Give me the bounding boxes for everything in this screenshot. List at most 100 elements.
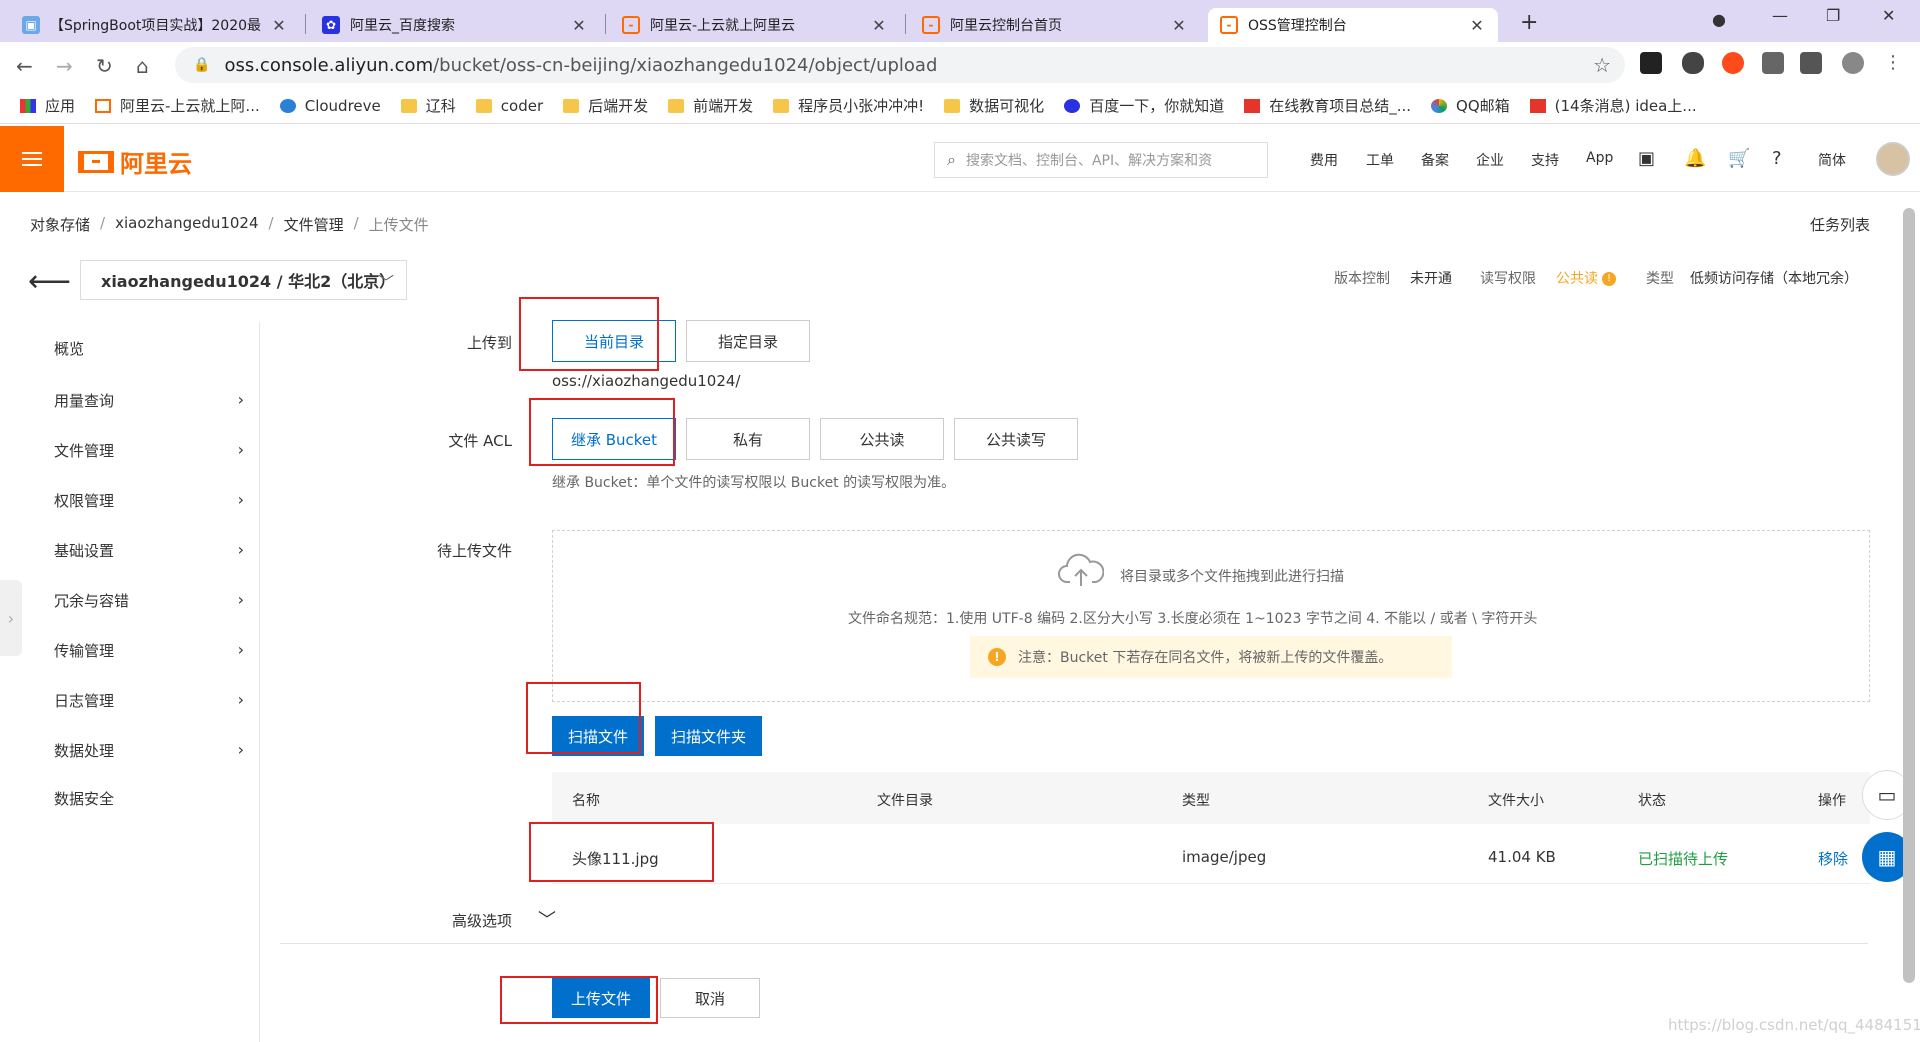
sidebar-item-permissions[interactable]: 权限管理 › xyxy=(54,490,244,511)
sidebar-item-usage[interactable]: 用量查询 › xyxy=(54,390,244,411)
breadcrumb-item[interactable]: 对象存储 xyxy=(30,214,90,235)
remove-file-link[interactable]: 移除 xyxy=(1818,848,1848,869)
scrollbar-thumb[interactable] xyxy=(1903,208,1915,983)
cart-icon[interactable]: 🛒 xyxy=(1728,148,1750,169)
sidebar-item-logs[interactable]: 日志管理 › xyxy=(54,690,244,711)
annotation-box xyxy=(529,822,714,882)
browser-tab[interactable]: ▣ 【SpringBoot项目实战】2020最 ✕ xyxy=(10,8,300,42)
sidebar-item-data-processing[interactable]: 数据处理 › xyxy=(54,740,244,761)
nav-tickets[interactable]: 工单 xyxy=(1366,150,1394,170)
profile-menu-icon[interactable]: ● xyxy=(1712,10,1726,29)
bookmark-item[interactable]: 阿里云-上云就上阿... xyxy=(95,95,260,116)
nav-fees[interactable]: 费用 xyxy=(1310,150,1338,170)
help-icon[interactable]: ? xyxy=(1772,148,1782,169)
task-list-link[interactable]: 任务列表 xyxy=(1810,214,1870,235)
aliyun-logo[interactable]: 阿里云 xyxy=(78,144,192,179)
bookmark-item[interactable]: 程序员小张冲冲冲! xyxy=(773,95,924,116)
sidebar-item-data-security[interactable]: 数据安全 xyxy=(54,788,244,809)
nav-support[interactable]: 支持 xyxy=(1531,150,1559,170)
warning-icon[interactable]: ! xyxy=(1602,272,1616,286)
extension-icon[interactable] xyxy=(1682,52,1704,74)
cancel-button[interactable]: 取消 xyxy=(660,978,760,1018)
advanced-options-toggle[interactable]: 高级选项 xyxy=(392,910,512,931)
cloud-icon xyxy=(279,98,296,113)
menu-icon[interactable] xyxy=(0,126,64,192)
sidebar-item-transfer[interactable]: 传输管理 › xyxy=(54,640,244,661)
browser-tab[interactable]: ✿ 阿里云_百度搜索 ✕ xyxy=(310,8,600,42)
window-close-icon[interactable]: ✕ xyxy=(1882,6,1895,25)
close-icon[interactable]: ✕ xyxy=(1468,16,1486,35)
column-name: 名称 xyxy=(572,793,600,809)
bookmark-item[interactable]: 应用 xyxy=(20,95,75,116)
browser-tab[interactable]: - 阿里云控制台首页 ✕ xyxy=(910,8,1200,42)
acl-private-option[interactable]: 私有 xyxy=(686,418,810,460)
restore-icon[interactable]: ❐ xyxy=(1826,6,1840,25)
lock-icon: 🔒 xyxy=(193,57,211,73)
address-bar[interactable]: 🔒 oss.console.aliyun.com/bucket/oss-cn-b… xyxy=(175,47,1625,83)
sidebar-item-files[interactable]: 文件管理 › xyxy=(54,440,244,461)
minimize-icon[interactable]: — xyxy=(1772,6,1788,25)
extension-icon[interactable] xyxy=(1640,52,1662,74)
aliyun-icon: - xyxy=(622,16,640,34)
nav-icp[interactable]: 备案 xyxy=(1421,150,1449,170)
acl-public-read-write-option[interactable]: 公共读写 xyxy=(954,418,1078,460)
breadcrumb-item[interactable]: 文件管理 xyxy=(284,214,344,235)
chevron-right-icon: › xyxy=(237,440,244,459)
nav-enterprise[interactable]: 企业 xyxy=(1476,150,1504,170)
browser-tab-active[interactable]: - OSS管理控制台 ✕ xyxy=(1208,8,1498,42)
acl-hint: 继承 Bucket：单个文件的读写权限以 Bucket 的读写权限为准。 xyxy=(552,475,956,491)
bookmark-star-icon[interactable]: ☆ xyxy=(1593,53,1611,77)
back-icon[interactable]: ← xyxy=(16,54,33,78)
sidebar-item-settings[interactable]: 基础设置 › xyxy=(54,540,244,561)
nav-app[interactable]: App xyxy=(1586,150,1613,166)
specified-directory-option[interactable]: 指定目录 xyxy=(686,320,810,362)
bucket-selector[interactable]: xiaozhangedu1024 / 华北2（北京） ﹀ xyxy=(80,260,407,300)
bookmark-item[interactable]: Cloudreve xyxy=(279,97,381,115)
bell-icon[interactable]: 🔔 xyxy=(1684,148,1706,169)
sidebar-item-redundancy[interactable]: 冗余与容错 › xyxy=(54,590,244,611)
more-menu-icon[interactable]: ⋮ xyxy=(1882,52,1904,74)
bookmark-item[interactable]: (14条消息) idea上... xyxy=(1529,95,1697,116)
back-arrow-icon[interactable]: ⟵ xyxy=(28,264,71,299)
forward-icon[interactable]: → xyxy=(56,54,73,78)
close-icon[interactable]: ✕ xyxy=(1170,16,1188,35)
folder-icon xyxy=(563,98,580,113)
bookmark-item[interactable]: 辽科 xyxy=(400,95,456,116)
bookmark-item[interactable]: QQ邮箱 xyxy=(1431,95,1510,116)
close-icon[interactable]: ✕ xyxy=(870,16,888,35)
chevron-right-icon: › xyxy=(237,690,244,709)
folder-icon xyxy=(944,98,961,113)
reading-list-icon[interactable] xyxy=(1800,52,1822,74)
close-icon[interactable]: ✕ xyxy=(570,16,588,35)
bookmark-item[interactable]: 百度一下，你就知道 xyxy=(1064,95,1224,116)
home-icon[interactable]: ⌂ xyxy=(136,54,149,78)
bookmark-item[interactable]: coder xyxy=(475,97,543,115)
chevron-right-icon: › xyxy=(237,740,244,759)
bookmark-item[interactable]: 数据可视化 xyxy=(944,95,1044,116)
sidebar-collapse-toggle[interactable]: › xyxy=(0,580,22,656)
sidebar-item-overview[interactable]: 概览 xyxy=(54,338,244,359)
divider xyxy=(280,943,1868,944)
acl-public-read-option[interactable]: 公共读 xyxy=(820,418,944,460)
puzzle-icon[interactable] xyxy=(1762,52,1784,74)
bookmark-item[interactable]: 前端开发 xyxy=(668,95,753,116)
account-icon[interactable] xyxy=(1842,52,1864,74)
bookmark-item[interactable]: 在线教育项目总结_... xyxy=(1244,95,1411,116)
bookmark-item[interactable]: 后端开发 xyxy=(563,95,648,116)
close-icon[interactable]: ✕ xyxy=(270,16,288,35)
language-switch[interactable]: 简体 xyxy=(1818,150,1846,170)
aliyun-logo-icon xyxy=(78,150,114,173)
console-search-input[interactable]: ⌕ 搜索文档、控制台、API、解决方案和资 xyxy=(934,142,1268,178)
column-directory: 文件目录 xyxy=(877,793,933,809)
avatar[interactable] xyxy=(1876,142,1910,176)
csdn-icon xyxy=(1244,98,1261,113)
extension-icon[interactable] xyxy=(1722,52,1744,74)
browser-tab[interactable]: - 阿里云-上云就上阿里云 ✕ xyxy=(610,8,900,42)
chevron-down-icon[interactable]: ﹀ xyxy=(538,906,556,932)
scan-folder-button[interactable]: 扫描文件夹 xyxy=(655,716,762,756)
chevron-right-icon: › xyxy=(237,390,244,409)
new-tab-icon[interactable]: + xyxy=(1520,10,1538,35)
reload-icon[interactable]: ↻ xyxy=(96,54,113,78)
breadcrumb-item[interactable]: xiaozhangedu1024 xyxy=(115,214,258,235)
terminal-icon[interactable]: ▣ xyxy=(1638,148,1655,169)
